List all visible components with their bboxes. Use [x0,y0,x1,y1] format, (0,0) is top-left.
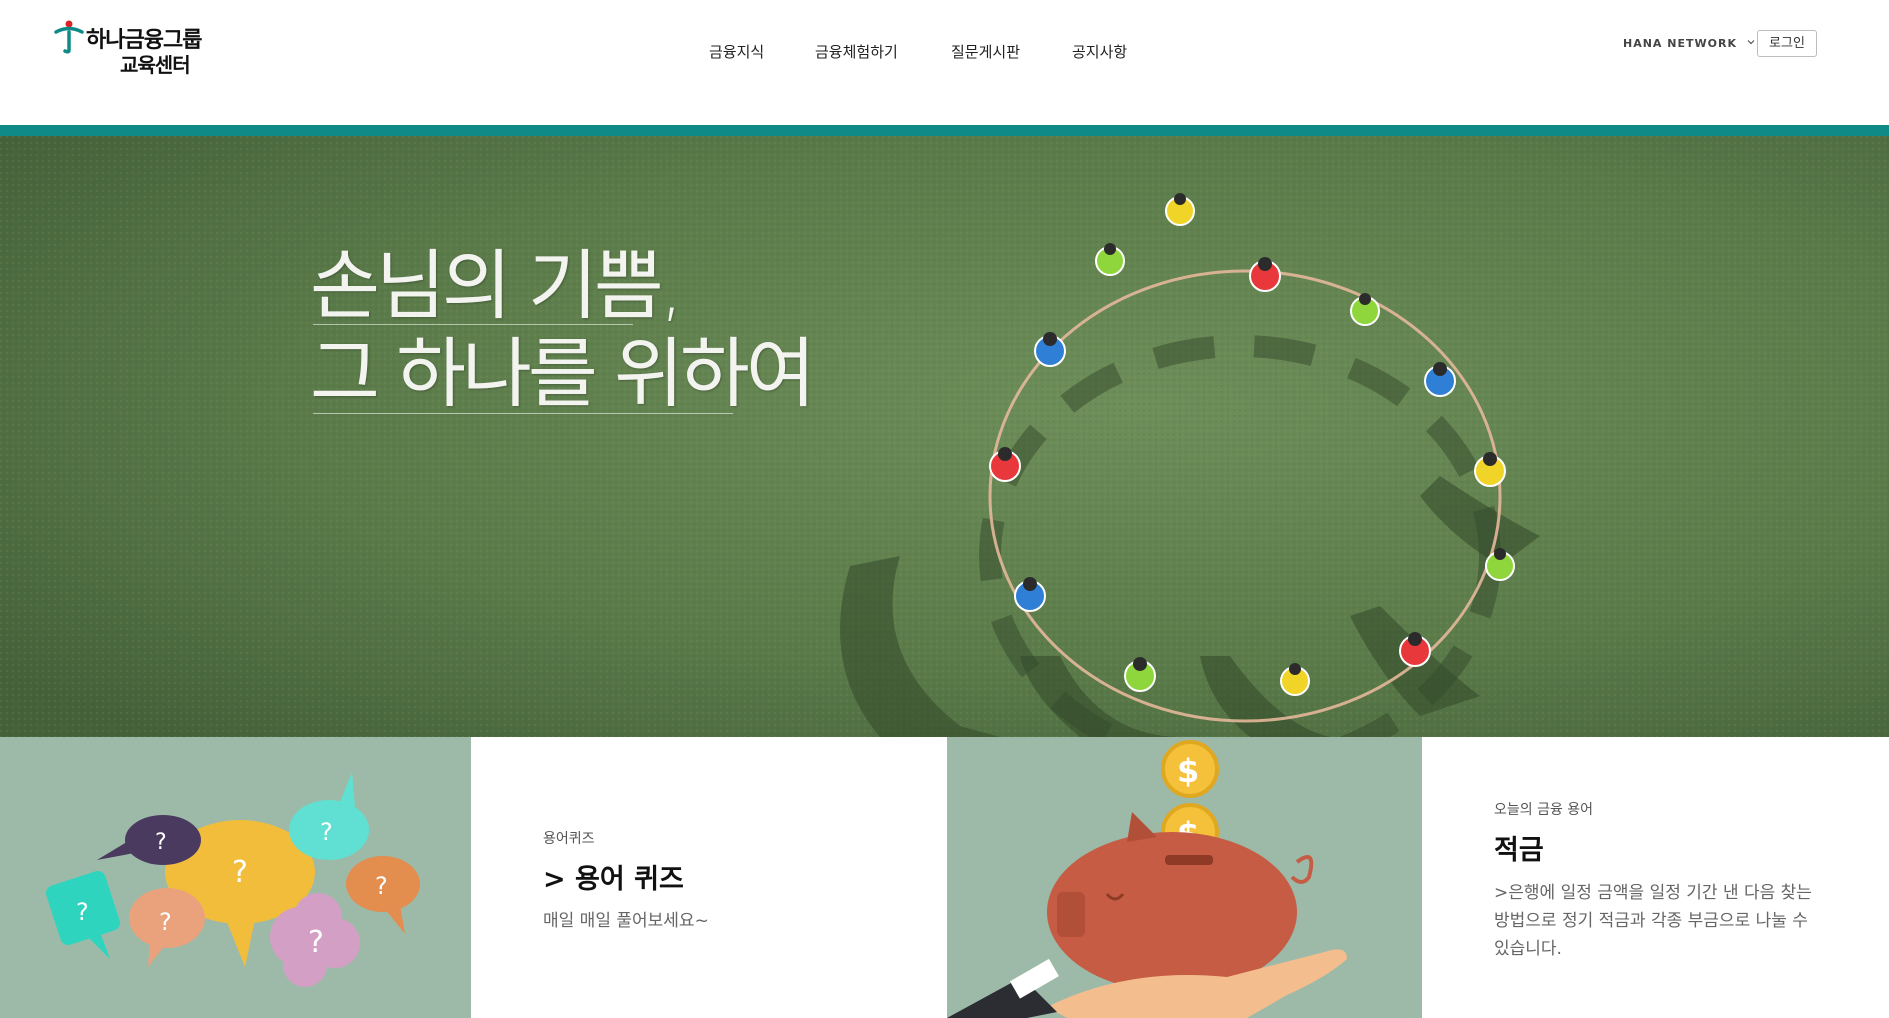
nav-item-notices[interactable]: 공지사항 [1072,41,1127,62]
hero-banner: 손님의 기쁨, 그 하나를 위하여 [0,136,1889,737]
chevron-down-icon [1747,40,1755,45]
site-header: 하나금융그룹 교육센터 금융지식 금융체험하기 질문게시판 공지사항 HANA … [0,0,1889,125]
hana-logo-mark-icon [54,20,84,54]
feature-cards: ? ? ? ? ? ? ? 용어퀴즈 > 용어 퀴즈 매일 매일 풀어보세요~ … [0,737,1889,1018]
svg-text:?: ? [155,830,167,855]
hero-headline-line1: 손님의 기쁨, [310,241,684,330]
term-card-desc: >은행에 일정 금액을 일정 기간 낸 다음 찾는 방법으로 정기 적금과 각종… [1494,883,1812,959]
svg-text:?: ? [159,908,172,936]
quiz-card-title[interactable]: > 용어 퀴즈 [543,857,684,896]
nav-item-financial-knowledge[interactable]: 금융지식 [709,41,764,62]
nav-item-question-board[interactable]: 질문게시판 [951,41,1020,62]
quiz-card-kicker: 용어퀴즈 [543,831,595,847]
hero-underline-2 [313,413,733,414]
header-accent-bar [0,125,1889,136]
svg-text:?: ? [232,855,248,890]
svg-text:?: ? [320,818,333,846]
piggy-bank-illustration: $ $ [947,740,1347,1018]
hero-underline-1 [313,324,633,325]
quiz-card-desc: 매일 매일 풀어보세요~ [543,911,709,931]
question-bubbles-illustration: ? ? ? ? ? ? ? [46,772,420,987]
hana-logo[interactable]: 하나금융그룹 교육센터 [54,20,204,77]
quiz-card[interactable]: 용어퀴즈 > 용어 퀴즈 매일 매일 풀어보세요~ [471,737,947,1018]
svg-text:$: $ [1177,752,1199,790]
savings-card-image[interactable]: $ $ [947,737,1422,1018]
hero-grass-illustration [0,136,1889,737]
term-card-title: 적금 [1494,835,1544,866]
financial-term-card[interactable]: 오늘의 금융 용어 적금 >은행에 일정 금액을 일정 기간 낸 다음 찾는 방… [1422,737,1889,1018]
logo-text-center: 교육센터 [120,53,191,77]
hana-network-dropdown[interactable]: HANA NETWORK [1623,37,1755,50]
nav-item-financial-experience[interactable]: 금융체험하기 [815,41,898,62]
term-card-kicker: 오늘의 금융 용어 [1494,802,1594,818]
hero-headline-line2: 그 하나를 위하여 [310,329,816,418]
svg-text:?: ? [375,872,388,900]
svg-text:?: ? [308,925,324,960]
svg-text:?: ? [76,898,89,926]
quiz-card-image[interactable]: ? ? ? ? ? ? ? [0,737,471,1018]
hana-network-label: HANA NETWORK [1623,37,1737,50]
login-button[interactable]: 로그인 [1757,30,1817,57]
